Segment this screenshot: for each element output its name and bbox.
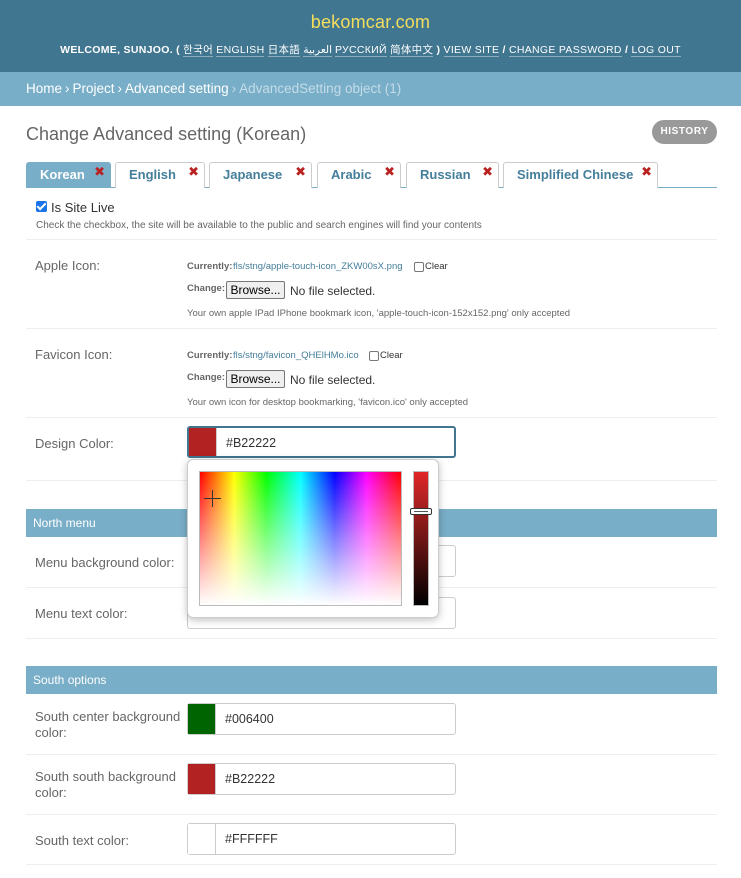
user-tools: WELCOME, SUNJOO. ( 한국어 ENGLISH 日本語 العرب…: [60, 44, 681, 57]
south-options-caption: South options: [26, 666, 717, 694]
site-name[interactable]: bekomcar.com: [0, 0, 741, 33]
apple-help-text: Your own apple IPad IPhone bookmark icon…: [187, 308, 571, 319]
favicon-help-text: Your own icon for desktop bookmarking, '…: [187, 397, 469, 408]
menu-text-color-label: Menu text color:: [35, 606, 128, 621]
paren-open: . (: [169, 44, 180, 56]
tab-label: English: [129, 167, 176, 182]
apple-icon-label: Apple Icon:: [35, 258, 101, 273]
breadcrumb-separator: ›: [65, 81, 70, 96]
page-title: Change Advanced setting (Korean): [26, 124, 307, 144]
breadcrumb-current: AdvancedSetting object (1): [239, 81, 402, 96]
design-color-value: #B22222: [226, 436, 277, 450]
tab-label: Russian: [420, 167, 471, 182]
apple-change-label: Change:: [187, 283, 225, 294]
apple-clear-checkbox[interactable]: [414, 262, 424, 272]
breadcrumb-project[interactable]: Project: [73, 81, 115, 96]
design-color-input[interactable]: #B22222: [187, 426, 456, 458]
row-divider: [26, 328, 717, 329]
color-picker-popup: [187, 459, 439, 618]
paren-close: ): [436, 44, 441, 56]
brightness-slider-track[interactable]: [413, 471, 429, 606]
username: SUNJOO: [123, 44, 170, 56]
close-icon[interactable]: ✖: [94, 165, 105, 178]
apple-currently-label: Currently:: [187, 261, 233, 272]
south-center-bg-swatch[interactable]: [188, 704, 216, 734]
site-live-label[interactable]: Is Site Live: [51, 200, 115, 215]
favicon-icon-label: Favicon Icon:: [35, 347, 113, 362]
south-center-bg-input[interactable]: #006400: [187, 703, 456, 735]
lang-link-russian[interactable]: РУССКИЙ: [334, 44, 387, 57]
row-divider: [26, 417, 717, 418]
site-header: bekomcar.com WELCOME, SUNJOO. ( 한국어 ENGL…: [0, 0, 741, 72]
breadcrumb-separator: ›: [231, 81, 237, 96]
site-live-help: Check the checkbox, the site will be ava…: [36, 220, 482, 231]
tab-simplified-chinese[interactable]: Simplified Chinese ✖: [503, 162, 658, 188]
south-south-bg-input[interactable]: #B22222: [187, 763, 456, 795]
breadcrumb-home[interactable]: Home: [26, 81, 62, 96]
welcome-text: WELCOME,: [60, 44, 121, 56]
lang-link-japanese[interactable]: 日本語: [267, 44, 301, 57]
tab-label: Japanese: [223, 167, 283, 182]
south-text-color-swatch[interactable]: [188, 824, 216, 854]
close-icon[interactable]: ✖: [384, 165, 395, 178]
row-divider: [26, 864, 717, 865]
close-icon[interactable]: ✖: [295, 165, 306, 178]
lang-link-english[interactable]: ENGLISH: [216, 44, 265, 57]
tab-label: Simplified Chinese: [517, 167, 634, 182]
menu-bg-color-label: Menu background color:: [35, 555, 175, 570]
slider-handle[interactable]: [410, 508, 432, 515]
tab-arabic[interactable]: Arabic ✖: [317, 162, 401, 188]
lang-link-chinese[interactable]: 简体中文: [390, 44, 434, 57]
south-text-color-input[interactable]: #FFFFFF: [187, 823, 456, 855]
close-icon[interactable]: ✖: [482, 165, 493, 178]
tab-label: Korean: [40, 167, 85, 182]
breadcrumb-separator: ›: [117, 81, 123, 96]
breadcrumb-model[interactable]: Advanced setting: [125, 81, 229, 96]
favicon-current-file-link[interactable]: fls/stng/favicon_QHElHMo.ico: [233, 350, 359, 361]
design-color-label: Design Color:: [35, 436, 114, 451]
tab-label: Arabic: [331, 167, 372, 182]
south-south-bg-value: #B22222: [225, 772, 276, 786]
favicon-change-label: Change:: [187, 372, 225, 383]
row-divider: [26, 754, 717, 755]
tab-english[interactable]: English ✖: [115, 162, 205, 188]
tab-russian[interactable]: Russian ✖: [406, 162, 499, 188]
view-site-link[interactable]: VIEW SITE: [443, 44, 500, 57]
close-icon[interactable]: ✖: [641, 165, 652, 178]
favicon-no-file-text: No file selected.: [290, 373, 376, 387]
site-live-checkbox[interactable]: [36, 201, 47, 212]
south-south-bg-label: South south background color:: [35, 769, 176, 800]
south-text-color-label: South text color:: [35, 833, 129, 848]
history-button[interactable]: HISTORY: [652, 120, 717, 144]
lang-link-korean[interactable]: 한국어: [183, 44, 214, 57]
row-divider: [26, 814, 717, 815]
saturation-value-field[interactable]: [199, 471, 402, 606]
apple-clear-label[interactable]: Clear: [425, 261, 448, 272]
lang-link-arabic[interactable]: العربية: [303, 44, 333, 57]
south-south-bg-swatch[interactable]: [188, 764, 216, 794]
south-text-color-value: #FFFFFF: [225, 832, 278, 846]
row-divider: [26, 638, 717, 639]
apple-current-file-link[interactable]: fls/stng/apple-touch-icon_ZKW00sX.png: [233, 261, 403, 272]
change-password-link[interactable]: CHANGE PASSWORD: [508, 44, 622, 57]
log-out-link[interactable]: LOG OUT: [631, 44, 681, 57]
language-tabs: Korean ✖ English ✖ Japanese ✖ Arabic ✖ R…: [26, 162, 717, 188]
design-color-swatch[interactable]: [189, 428, 217, 456]
breadcrumb: Home › Project › Advanced setting › AdvancedSe…: [0, 72, 741, 106]
row-divider: [26, 239, 717, 240]
apple-no-file-text: No file selected.: [290, 284, 376, 298]
apple-browse-button[interactable]: Browse...: [226, 281, 285, 299]
close-icon[interactable]: ✖: [188, 165, 199, 178]
tab-japanese[interactable]: Japanese ✖: [209, 162, 312, 188]
favicon-clear-checkbox[interactable]: [369, 351, 379, 361]
tab-korean[interactable]: Korean ✖: [26, 162, 111, 188]
favicon-browse-button[interactable]: Browse...: [226, 370, 285, 388]
south-center-bg-value: #006400: [225, 712, 274, 726]
crosshair-icon[interactable]: [204, 490, 221, 507]
favicon-clear-label[interactable]: Clear: [380, 350, 403, 361]
favicon-currently-label: Currently:: [187, 350, 233, 361]
south-center-bg-label: South center background color:: [35, 709, 181, 740]
